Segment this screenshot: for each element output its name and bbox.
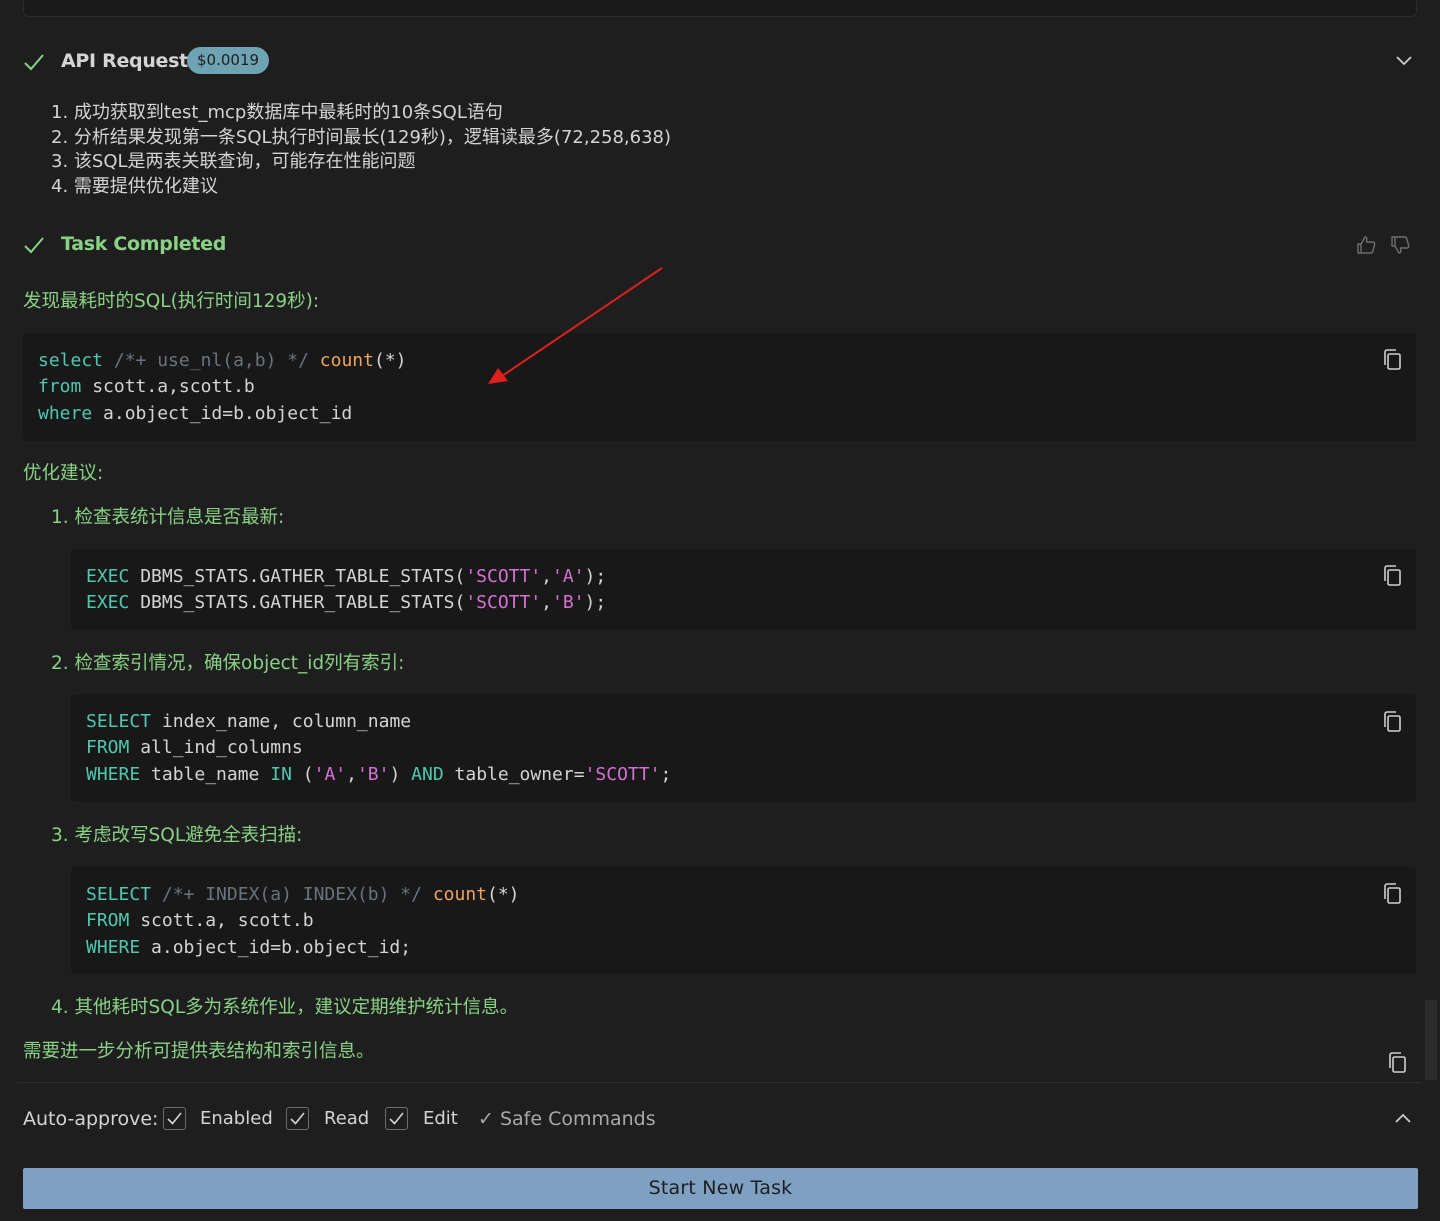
annotation-arrow <box>488 267 663 384</box>
auto-approve-label: Auto-approve: <box>23 1108 159 1130</box>
edit-label[interactable]: Edit <box>423 1106 458 1132</box>
step-item: 1. 检查表统计信息是否最新: <box>51 507 285 528</box>
step-item: 4. 其他耗时SQL多为系统作业，建议定期维护统计信息。 <box>51 997 519 1018</box>
chevron-up-icon[interactable] <box>1393 1109 1413 1129</box>
enabled-label[interactable]: Enabled <box>200 1106 273 1132</box>
thumbs-down-icon[interactable] <box>1389 234 1411 256</box>
copy-icon[interactable] <box>1381 564 1403 588</box>
scrollbar[interactable] <box>1425 1000 1437 1080</box>
list-item: 4. 需要提供优化建议 <box>51 175 218 197</box>
code-block: EXEC DBMS_STATS.GATHER_TABLE_STATS('SCOT… <box>71 549 1416 630</box>
list-item: 3. 该SQL是两表关联查询，可能存在性能问题 <box>51 151 416 172</box>
list-item: 1. 成功获取到test_mcp数据库中最耗时的10条SQL语句 <box>51 102 503 123</box>
copy-icon[interactable] <box>1381 710 1403 734</box>
cost-badge: $0.0019 <box>187 47 270 74</box>
copy-icon[interactable] <box>1381 348 1403 372</box>
checkmark-icon <box>389 1112 404 1125</box>
code-block: SELECT index_name, column_name FROM all_… <box>71 694 1416 802</box>
previous-message-box <box>23 0 1417 17</box>
chevron-down-icon[interactable] <box>1394 50 1414 70</box>
read-label[interactable]: Read <box>324 1106 369 1132</box>
code-block: SELECT /*+ INDEX(a) INDEX(b) */ count(*)… <box>71 867 1416 974</box>
start-new-task-button[interactable]: Start New Task <box>23 1168 1418 1209</box>
checkmark-icon <box>167 1112 182 1125</box>
read-checkbox[interactable] <box>286 1107 309 1130</box>
step-item: 2. 检查索引情况，确保object_id列有索引: <box>51 653 405 674</box>
edit-checkbox[interactable] <box>385 1107 408 1130</box>
api-request-title[interactable]: API Request <box>61 48 188 74</box>
checkmark-icon <box>290 1112 305 1125</box>
suggestions-title: 优化建议: <box>23 463 104 484</box>
api-request-summary: 1. 成功获取到test_mcp数据库中最耗时的10条SQL语句 2. 分析结果… <box>51 101 671 199</box>
check-icon <box>24 54 44 71</box>
thumbs-up-icon[interactable] <box>1355 234 1377 256</box>
code-block: select /*+ use_nl(a,b) */ count(*) from … <box>23 333 1416 441</box>
finding-text: 发现最耗时的SQL(执行时间129秒): <box>23 291 320 312</box>
copy-icon[interactable] <box>1386 1051 1408 1075</box>
footer-note: 需要进一步分析可提供表结构和索引信息。 <box>23 1041 375 1062</box>
step-item: 3. 考虑改写SQL避免全表扫描: <box>51 825 303 846</box>
divider <box>17 1082 1422 1083</box>
task-completed-title: Task Completed <box>61 233 227 255</box>
safe-commands-option[interactable]: ✓ Safe Commands <box>478 1106 656 1132</box>
enabled-checkbox[interactable] <box>163 1107 186 1130</box>
check-icon <box>24 237 44 254</box>
copy-icon[interactable] <box>1381 882 1403 906</box>
list-item: 2. 分析结果发现第一条SQL执行时间最长(129秒)，逻辑读最多(72,258… <box>51 126 672 148</box>
